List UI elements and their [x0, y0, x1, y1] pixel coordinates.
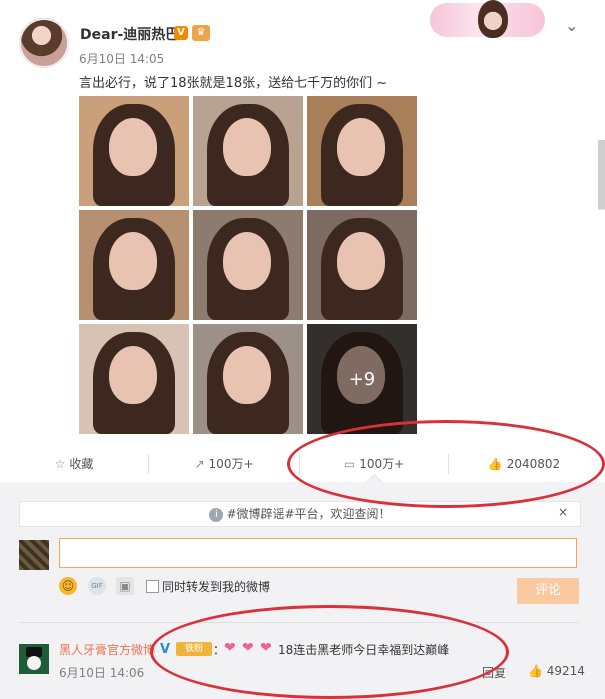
repost-icon: ↗ — [194, 457, 205, 471]
favorite-button[interactable]: ☆ 收藏 — [0, 446, 148, 482]
photo-thumbnail[interactable] — [193, 324, 303, 434]
photo-thumbnail[interactable] — [79, 96, 189, 206]
repost-count: 100万+ — [208, 457, 254, 471]
emoji-icon[interactable]: ☺ — [59, 577, 77, 595]
comment-like-button[interactable]: 👍 49214 — [528, 664, 585, 678]
member-icon: ♛ — [192, 25, 210, 41]
thumbs-up-icon: 👍 — [528, 664, 547, 678]
photo-thumbnail[interactable]: +9 — [307, 324, 417, 434]
comment-author[interactable]: 黑人牙膏官方微博 — [59, 641, 155, 658]
favorite-label: 收藏 — [69, 457, 94, 471]
chevron-down-icon[interactable]: ⌄ — [565, 16, 578, 35]
banner-portrait — [478, 0, 508, 38]
share-label: 同时转发到我的微博 — [162, 580, 271, 594]
repost-button[interactable]: ↗ 100万+ — [149, 446, 299, 482]
post-date[interactable]: 6月10日 14:05 — [79, 50, 164, 67]
photo-thumbnail[interactable] — [307, 96, 417, 206]
gif-icon[interactable]: GIF — [88, 577, 106, 595]
avatar[interactable] — [19, 18, 69, 68]
annotation-oval — [287, 420, 605, 508]
submit-comment-button[interactable]: 评论 — [517, 578, 579, 604]
share-checkbox[interactable] — [146, 580, 159, 593]
verified-badge: V — [174, 26, 188, 40]
post-text: 言出必行，说了18张就是18张，送给七千万的你们 ~ — [79, 76, 388, 91]
photo-thumbnail[interactable] — [193, 210, 303, 320]
close-icon[interactable]: × — [558, 505, 568, 519]
username[interactable]: Dear-迪丽热巴 — [80, 24, 179, 44]
comment-time: 6月10日 14:06 — [59, 666, 145, 680]
photo-thumbnail[interactable] — [193, 96, 303, 206]
photo-thumbnail[interactable] — [79, 324, 189, 434]
image-icon[interactable]: ▣ — [116, 577, 134, 595]
annotation-oval — [150, 605, 509, 699]
info-icon: i — [209, 507, 224, 522]
photo-grid: +9 — [79, 96, 417, 434]
my-avatar — [19, 540, 49, 570]
more-photos-overlay[interactable]: +9 — [307, 324, 417, 434]
photo-thumbnail[interactable] — [79, 210, 189, 320]
comment-input[interactable] — [59, 538, 577, 568]
notice-text: #微博辟谣#平台，欢迎查阅！ — [226, 507, 391, 521]
comment-like-count: 49214 — [546, 664, 585, 678]
comment-avatar[interactable] — [19, 644, 49, 674]
star-icon: ☆ — [54, 457, 66, 471]
photo-thumbnail[interactable] — [307, 210, 417, 320]
